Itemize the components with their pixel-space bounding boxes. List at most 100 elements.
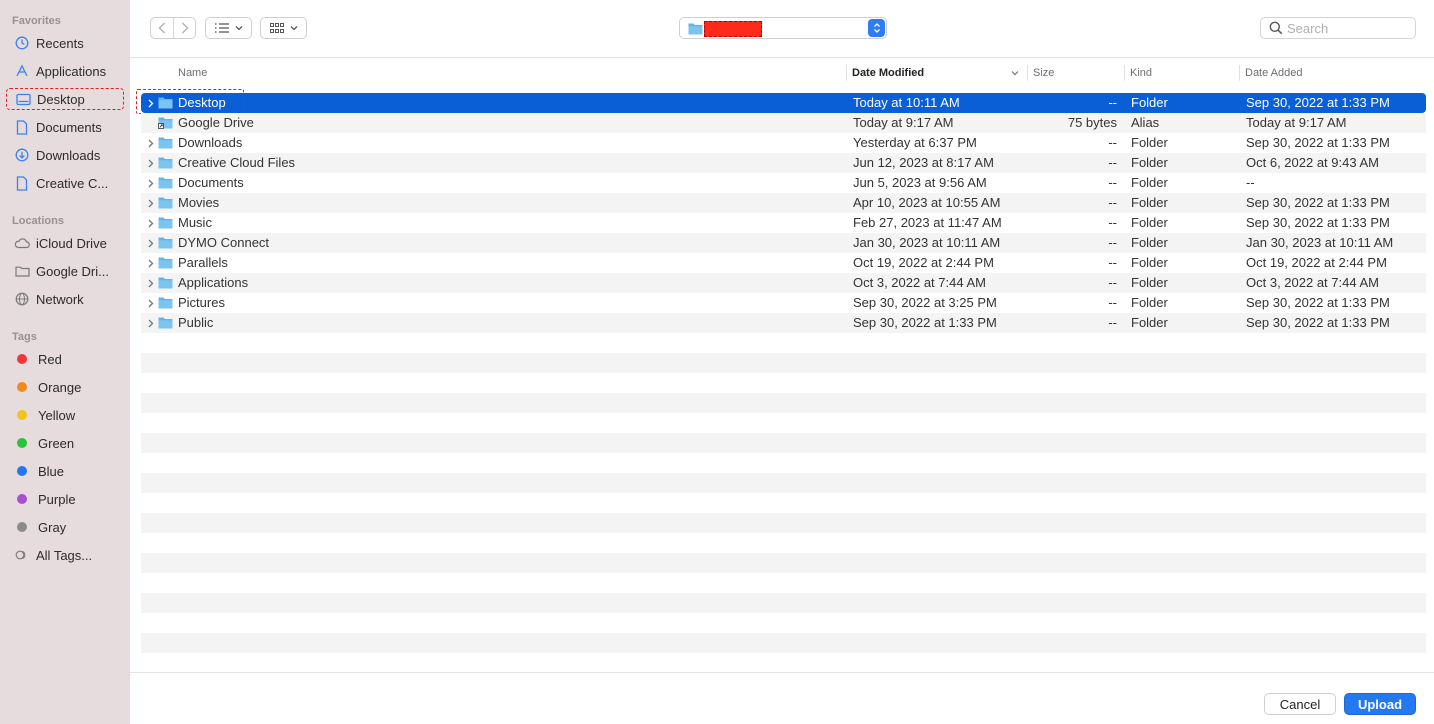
- file-size: --: [1108, 315, 1117, 330]
- file-date-modified: Oct 19, 2022 at 2:44 PM: [853, 255, 994, 270]
- empty-row: [141, 553, 1426, 573]
- disclosure-chevron-icon[interactable]: [145, 256, 157, 270]
- sidebar-tag-blue[interactable]: Blue: [6, 460, 124, 482]
- disclosure-chevron-icon[interactable]: [145, 176, 157, 190]
- empty-row: [141, 433, 1426, 453]
- back-button[interactable]: [151, 18, 173, 38]
- group-view-button[interactable]: [260, 17, 307, 39]
- file-size: 75 bytes: [1067, 115, 1117, 130]
- sidebar-item-google-drive[interactable]: Google Dri...: [6, 260, 124, 282]
- sidebar-tag-red[interactable]: Red: [6, 348, 124, 370]
- sidebar-tag-gray[interactable]: Gray: [6, 516, 124, 538]
- sidebar-tag-orange[interactable]: Orange: [6, 376, 124, 398]
- disclosure-chevron-icon[interactable]: [145, 156, 157, 170]
- sidebar-tag-purple[interactable]: Purple: [6, 488, 124, 510]
- file-kind: Folder: [1131, 275, 1168, 290]
- file-date-modified: Jan 30, 2023 at 10:11 AM: [853, 235, 1001, 250]
- empty-row: [141, 373, 1426, 393]
- desktop-icon: [15, 91, 31, 107]
- file-row[interactable]: Documents Jun 5, 2023 at 9:56 AM -- Folder -…: [141, 173, 1426, 193]
- empty-row: [141, 473, 1426, 493]
- toolbar: [130, 0, 1434, 58]
- file-row[interactable]: Creative Cloud Files Jun 12, 2023 at 8:17…: [141, 153, 1426, 173]
- sidebar-item-creative-cloud[interactable]: Creative C...: [6, 172, 124, 194]
- file-date-added: Sep 30, 2022 at 1:33 PM: [1246, 295, 1390, 310]
- column-date-added[interactable]: Date Added: [1239, 62, 1419, 84]
- disclosure-chevron-icon[interactable]: [145, 296, 157, 310]
- folder-icon: [158, 276, 173, 289]
- file-row[interactable]: Parallels Oct 19, 2022 at 2:44 PM -- Folder…: [141, 253, 1426, 273]
- file-row[interactable]: Desktop Today at 10:11 AM -- Folder Sep 30, …: [136, 89, 1426, 114]
- disclosure-chevron-icon[interactable]: [145, 136, 157, 150]
- disclosure-chevron-icon[interactable]: [145, 236, 157, 250]
- location-popup[interactable]: [679, 17, 887, 39]
- file-size: --: [1108, 275, 1117, 290]
- file-date-modified: Today at 9:17 AM: [853, 115, 954, 130]
- search-input[interactable]: [1287, 20, 1407, 36]
- file-row[interactable]: Google Drive Today at 9:17 AM 75 bytes Alia…: [141, 113, 1426, 133]
- sidebar-item-desktop[interactable]: Desktop: [6, 88, 124, 110]
- file-size: --: [1108, 95, 1117, 110]
- sidebar-item-documents[interactable]: Documents: [6, 116, 124, 138]
- sidebar-item-label: Creative C...: [36, 175, 109, 191]
- alias-folder-icon: [158, 116, 173, 129]
- cancel-button[interactable]: Cancel: [1264, 693, 1336, 715]
- sidebar-section-tags: Tags: [12, 331, 37, 343]
- sidebar-item-label: Red: [38, 351, 62, 367]
- column-name[interactable]: Name: [172, 62, 844, 84]
- sidebar-item-downloads[interactable]: Downloads: [6, 144, 124, 166]
- disclosure-chevron-icon[interactable]: [145, 316, 157, 330]
- file-row[interactable]: DYMO Connect Jan 30, 2023 at 10:11 AM -- Fo…: [141, 233, 1426, 253]
- file-size: --: [1108, 235, 1117, 250]
- disclosure-chevron-icon[interactable]: [145, 196, 157, 210]
- folder-icon: [158, 316, 173, 329]
- file-name: Google Drive: [178, 115, 254, 130]
- sidebar-item-icloud-drive[interactable]: iCloud Drive: [6, 232, 124, 254]
- column-size[interactable]: Size: [1027, 62, 1124, 84]
- empty-row: [141, 633, 1426, 653]
- file-kind: Alias: [1131, 115, 1160, 130]
- sidebar-item-label: Google Dri...: [36, 263, 109, 279]
- file-kind: Folder: [1131, 315, 1168, 330]
- folder-icon: [158, 176, 173, 189]
- redacted-location-name: [704, 21, 762, 37]
- file-size: --: [1108, 255, 1117, 270]
- file-row[interactable]: Pictures Sep 30, 2022 at 3:25 PM -- Folder S…: [141, 293, 1426, 313]
- disclosure-chevron-icon[interactable]: [145, 276, 157, 290]
- forward-button[interactable]: [173, 18, 195, 38]
- file-name: Downloads: [178, 135, 243, 150]
- file-date-added: Sep 30, 2022 at 1:33 PM: [1246, 215, 1390, 230]
- sidebar-tag-yellow[interactable]: Yellow: [6, 404, 124, 426]
- folder-icon: [158, 136, 173, 149]
- cloud-icon: [14, 235, 30, 251]
- file-row[interactable]: Applications Oct 3, 2022 at 7:44 AM -- Fold…: [141, 273, 1426, 293]
- folder-icon: [158, 156, 173, 169]
- gray-tag-dot-icon: [17, 522, 27, 532]
- sidebar-item-recents[interactable]: Recents: [6, 32, 124, 54]
- file-row[interactable]: Movies Apr 10, 2023 at 10:55 AM -- Folder Se…: [141, 193, 1426, 213]
- dialog-footer: Cancel Upload: [130, 672, 1434, 724]
- sidebar-item-label: Purple: [38, 491, 76, 507]
- empty-row: [141, 353, 1426, 373]
- folder-icon: [158, 256, 173, 269]
- file-row[interactable]: Music Feb 27, 2023 at 11:47 AM -- Folder Sep…: [141, 213, 1426, 233]
- list-view-button[interactable]: [205, 17, 252, 39]
- search-field[interactable]: [1260, 17, 1416, 39]
- sidebar-all-tags[interactable]: All Tags...: [6, 544, 124, 566]
- column-kind[interactable]: Kind: [1124, 62, 1239, 84]
- empty-row: [141, 533, 1426, 553]
- file-row[interactable]: Downloads Yesterday at 6:37 PM -- Folder Sep…: [141, 133, 1426, 153]
- red-tag-dot-icon: [17, 354, 27, 364]
- applications-icon: [14, 63, 30, 79]
- file-row[interactable]: Public Sep 30, 2022 at 1:33 PM -- Folder Sep…: [141, 313, 1426, 333]
- sidebar-item-applications[interactable]: Applications: [6, 60, 124, 82]
- file-kind: Folder: [1131, 95, 1168, 110]
- sidebar-item-label: Applications: [36, 63, 107, 79]
- empty-row: [141, 573, 1426, 593]
- download-icon: [14, 147, 30, 163]
- column-date-modified[interactable]: Date Modified: [846, 62, 1027, 84]
- sidebar-item-network[interactable]: Network: [6, 288, 124, 310]
- disclosure-chevron-icon[interactable]: [145, 216, 157, 230]
- sidebar-tag-green[interactable]: Green: [6, 432, 124, 454]
- upload-button[interactable]: Upload: [1344, 693, 1416, 715]
